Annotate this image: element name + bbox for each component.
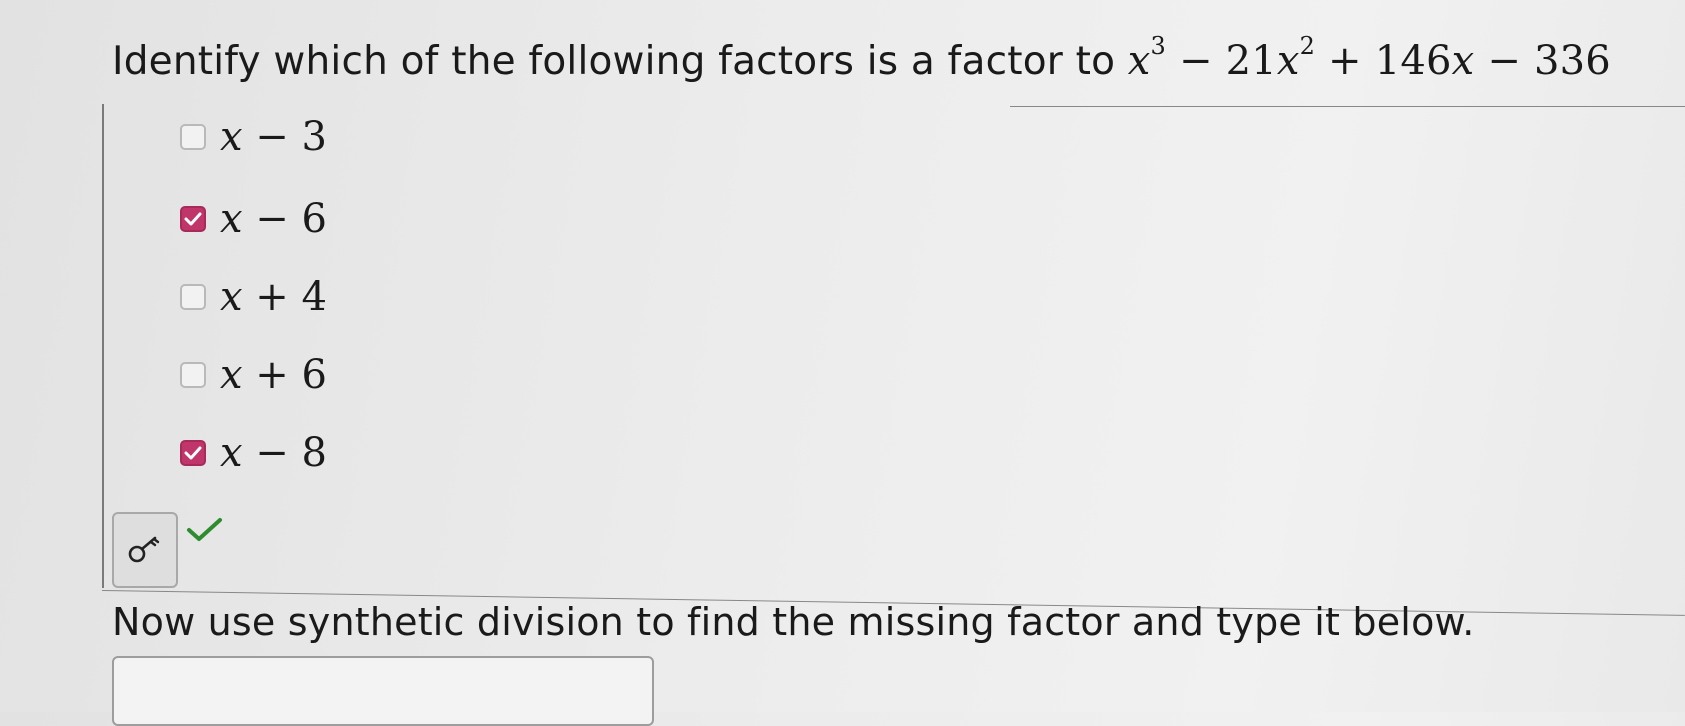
- option-label: x − 3: [220, 114, 327, 160]
- checkbox-check-icon: [184, 212, 202, 226]
- option-label: x − 6: [220, 196, 327, 242]
- answer-input[interactable]: [112, 656, 654, 726]
- key-icon: [128, 536, 160, 563]
- polynomial-expression: x3 − 21x2 + 146x − 336: [1127, 32, 1611, 84]
- key-button[interactable]: [112, 512, 178, 588]
- option-checkbox[interactable]: [180, 440, 206, 466]
- option-label: x + 4: [220, 274, 327, 320]
- option-checkbox[interactable]: [180, 124, 206, 150]
- option-checkbox[interactable]: [180, 362, 206, 388]
- question-prompt: Identify which of the following factors …: [112, 39, 1116, 84]
- option-x-plus-6[interactable]: x + 6: [180, 350, 327, 400]
- option-x-minus-6[interactable]: x − 6: [180, 194, 327, 244]
- question-text: Identify which of the following factors …: [112, 32, 1611, 84]
- section-divider-top: [1010, 106, 1685, 107]
- option-label: x − 8: [220, 430, 327, 476]
- option-x-minus-3[interactable]: x − 3: [180, 112, 327, 162]
- option-label: x + 6: [220, 352, 327, 398]
- option-x-minus-8[interactable]: x − 8: [180, 428, 327, 478]
- checkmark-icon: [187, 518, 222, 541]
- question-left-border: [102, 104, 104, 588]
- option-x-plus-4[interactable]: x + 4: [180, 272, 327, 322]
- option-checkbox[interactable]: [180, 284, 206, 310]
- option-checkbox[interactable]: [180, 206, 206, 232]
- instruction-text: Now use synthetic division to find the m…: [112, 600, 1475, 644]
- checkbox-check-icon: [184, 446, 202, 460]
